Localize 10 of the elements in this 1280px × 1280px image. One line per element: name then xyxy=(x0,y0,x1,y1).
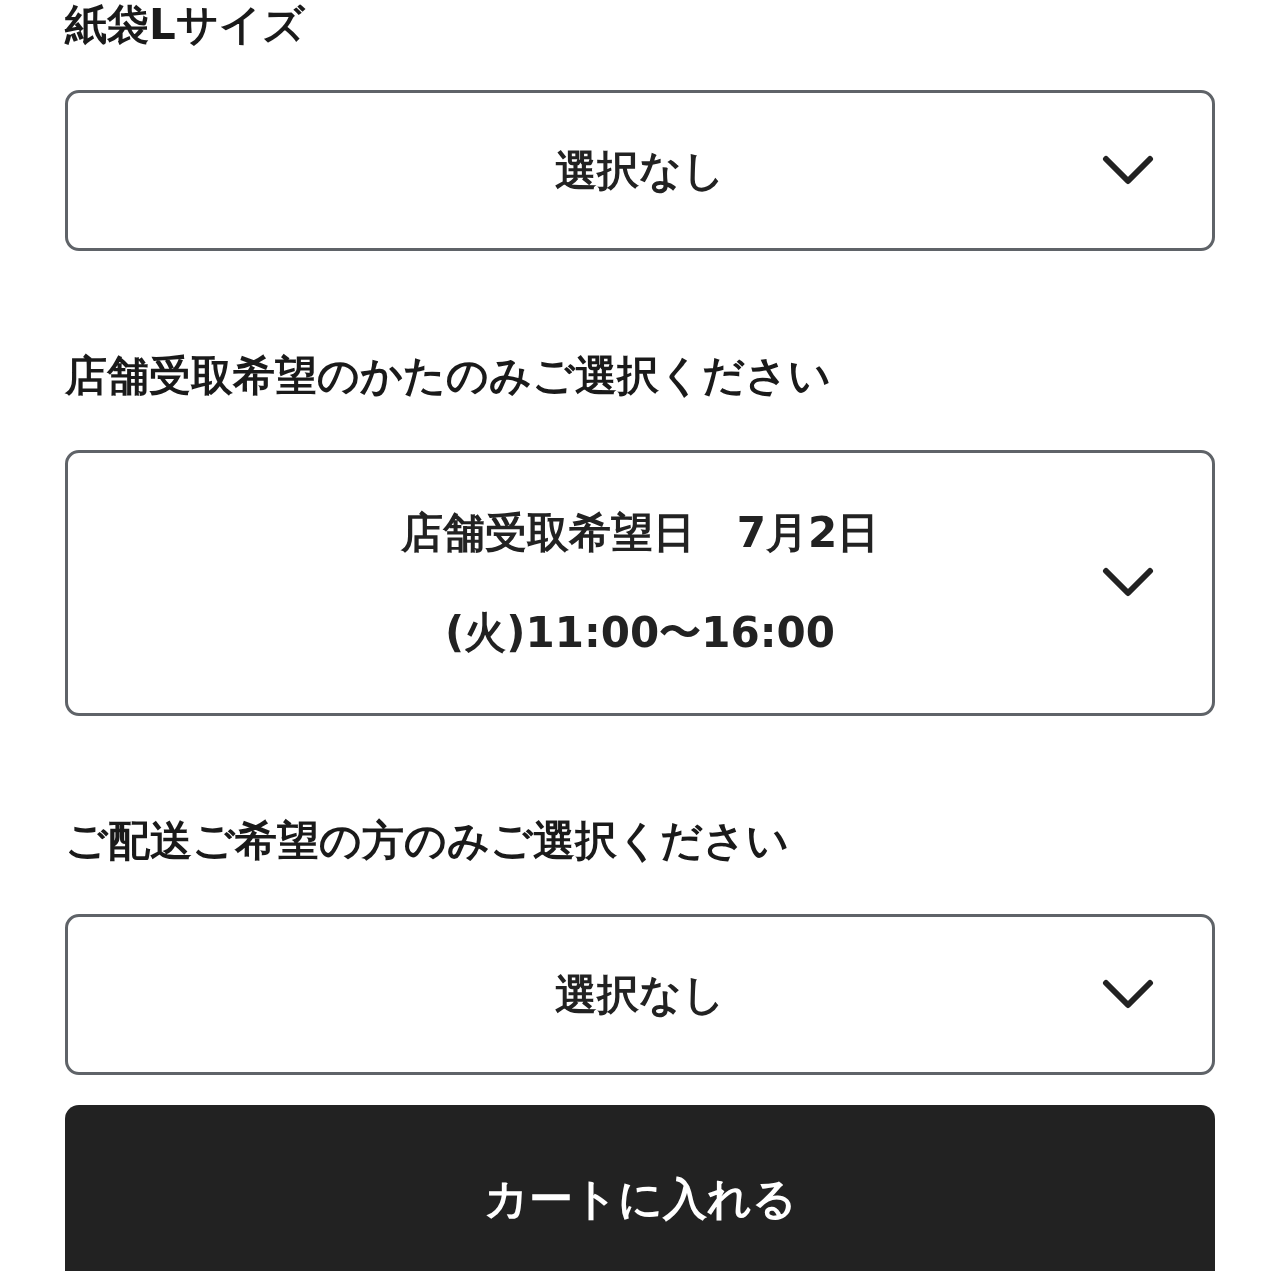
field-label: 紙袋Lサイズ xyxy=(65,0,306,51)
chevron-down-icon xyxy=(1102,566,1154,599)
add-to-cart-button[interactable]: カートに入れる xyxy=(65,1105,1215,1272)
field-label: ご配送ご希望の方のみご選択ください xyxy=(65,815,790,867)
field-label: 店舗受取希望のかたのみご選択ください xyxy=(65,351,832,402)
dropdown-select[interactable]: 店舗受取希望日 7月2日 (火)11:00〜16:00 xyxy=(65,449,1215,716)
chevron-down-icon xyxy=(1102,978,1154,1011)
dropdown-select[interactable]: 選択なし xyxy=(65,90,1215,252)
dropdown-select[interactable]: 選択なし xyxy=(65,914,1215,1076)
chevron-down-icon xyxy=(1102,154,1154,187)
